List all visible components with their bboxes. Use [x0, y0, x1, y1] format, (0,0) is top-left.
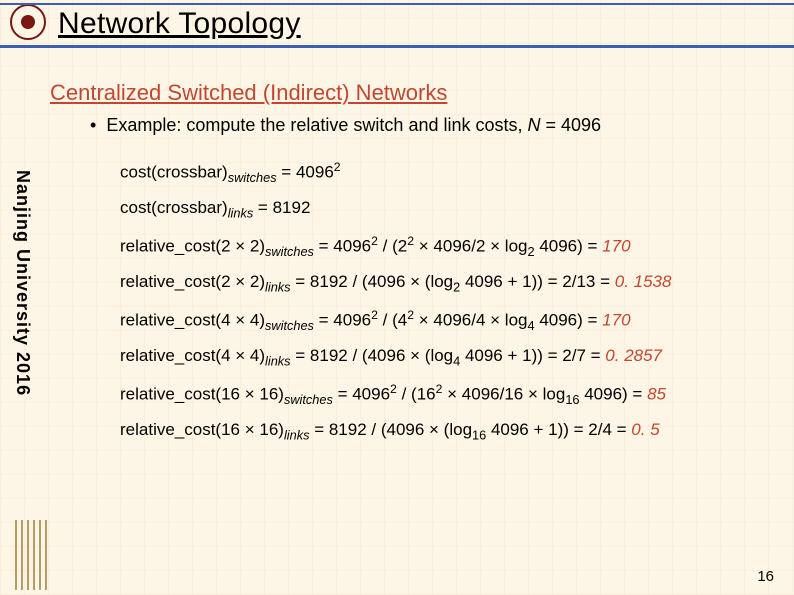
slide-title: Network Topology: [58, 7, 794, 41]
result-0-1538: 0. 1538: [615, 272, 672, 291]
rel-cost-16x16-switches: relative_cost(16 × 16)switches = 40962 /…: [120, 382, 764, 407]
result-85: 85: [647, 385, 666, 404]
result-170: 170: [602, 237, 630, 256]
rel-cost-16x16-links: relative_cost(16 × 16)links = 8192 / (40…: [120, 420, 764, 443]
rel-cost-2x2-links: relative_cost(2 × 2)links = 8192 / (4096…: [120, 272, 764, 295]
content-area: cost(crossbar)switches = 40962 cost(cros…: [120, 160, 764, 456]
bullet-text: Example: compute the relative switch and…: [106, 115, 527, 135]
rel-cost-2x2-switches: relative_cost(2 × 2)switches = 40962 / (…: [120, 234, 764, 259]
cost-crossbar-switches: cost(crossbar)switches = 40962: [120, 160, 764, 185]
section-heading: Centralized Switched (Indirect) Networks: [50, 80, 447, 106]
result-170b: 170: [602, 311, 630, 330]
result-0-5: 0. 5: [631, 420, 659, 439]
bullet-dot-icon: •: [90, 115, 96, 135]
result-0-2857: 0. 2857: [605, 346, 662, 365]
example-bullet: • Example: compute the relative switch an…: [90, 115, 764, 136]
title-bar: Network Topology: [0, 3, 794, 48]
cost-crossbar-links: cost(crossbar)links = 8192: [120, 198, 764, 221]
variable-n-value: = 4096: [541, 115, 602, 135]
variable-n: N: [528, 115, 541, 135]
decoration-lines-icon: [45, 520, 47, 590]
sidebar-text: Nanjing University 2016: [12, 170, 33, 396]
rel-cost-4x4-switches: relative_cost(4 × 4)switches = 40962 / (…: [120, 308, 764, 333]
rel-cost-4x4-links: relative_cost(4 × 4)links = 8192 / (4096…: [120, 346, 764, 369]
page-number: 16: [757, 568, 774, 585]
